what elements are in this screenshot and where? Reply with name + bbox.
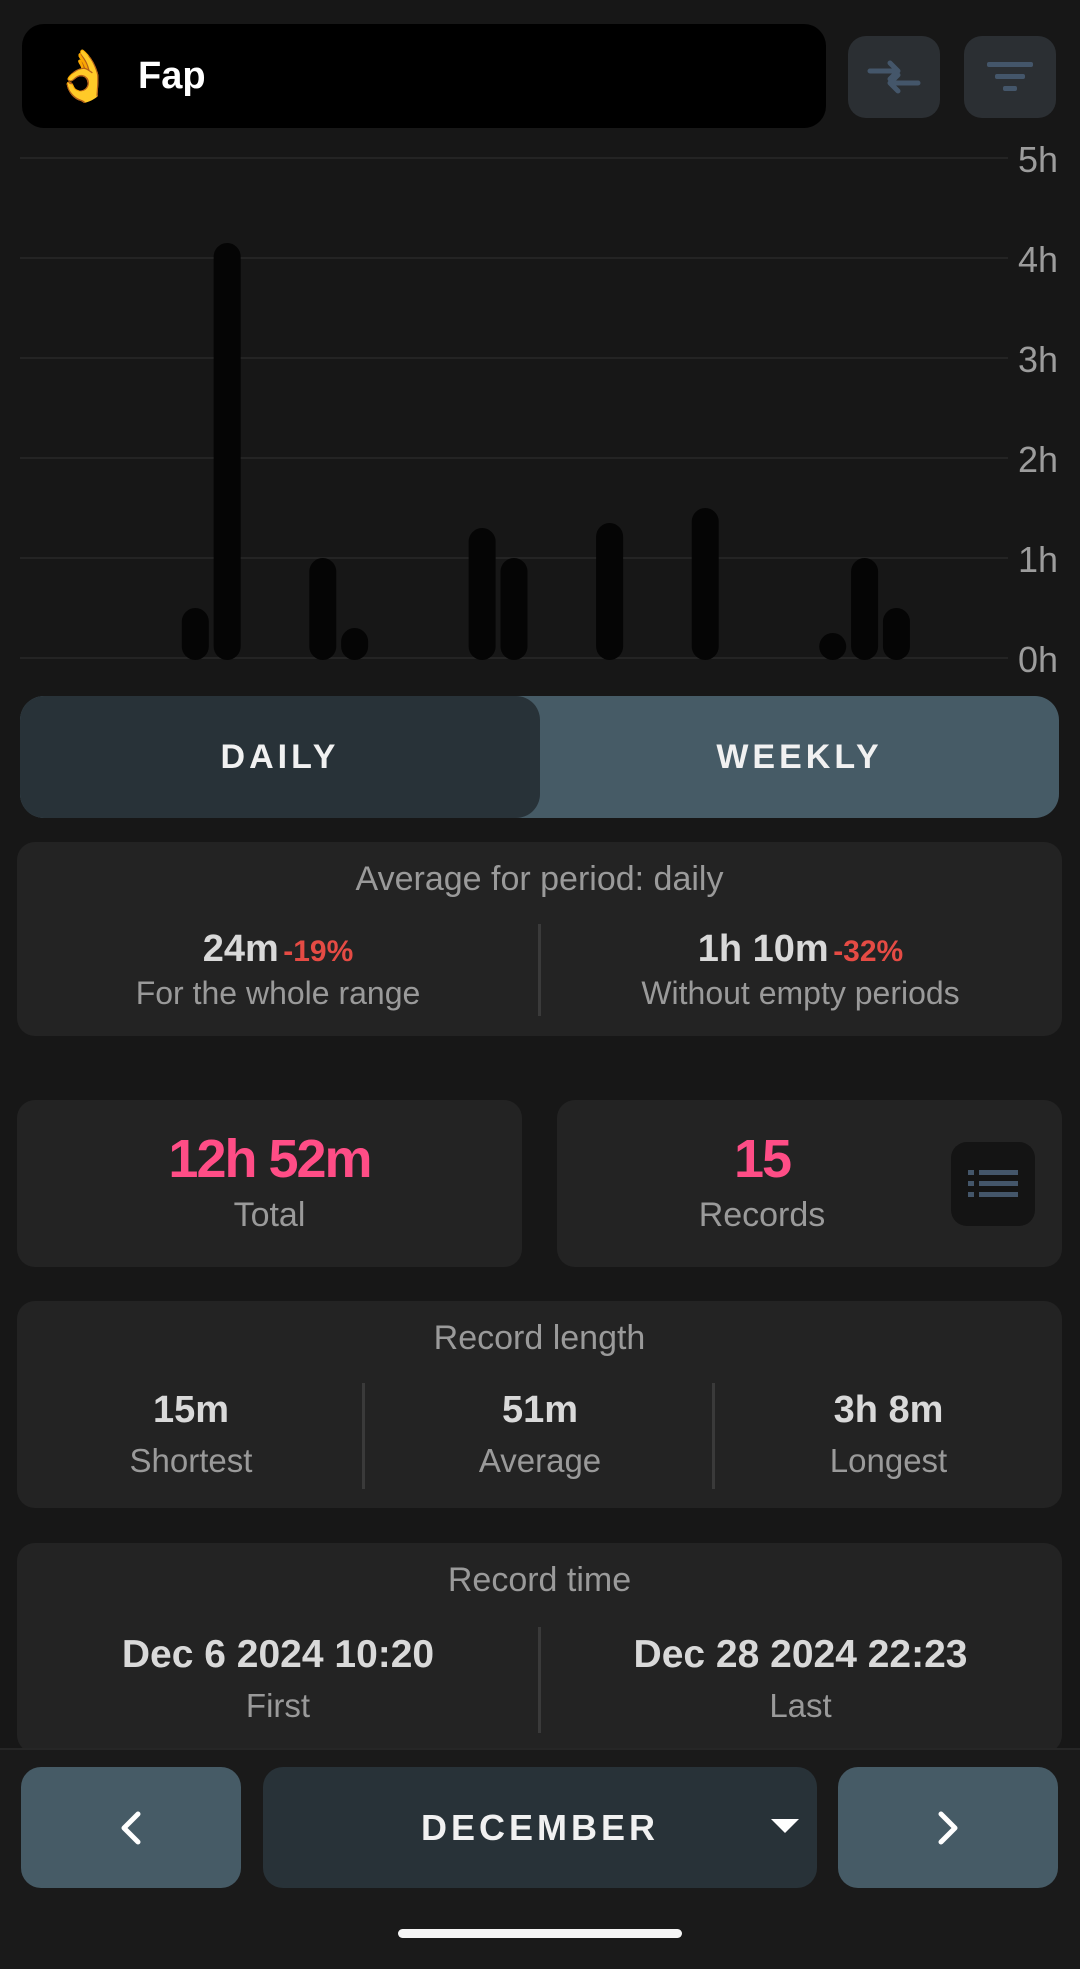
total-value: 12h 52m	[168, 1129, 372, 1189]
average-nonempty-change: -32%	[833, 935, 904, 968]
first-record-value: Dec 6 2024 10:20	[121, 1633, 435, 1676]
chart-bar[interactable]	[181, 608, 209, 660]
average-whole-value: 24m	[202, 928, 279, 970]
record-length-heading: Record length	[433, 1319, 646, 1357]
record-length-shortest: 15m Shortest	[17, 1389, 365, 1480]
chevron-right-icon	[938, 1811, 958, 1844]
period-toggle[interactable]: DAILY WEEKLY	[20, 696, 1059, 818]
y-tick-label: 2h	[1018, 439, 1058, 480]
average-whole-label: For the whole range	[135, 975, 421, 1011]
compare-button[interactable]	[848, 36, 940, 118]
activity-title: Fap	[138, 54, 206, 97]
shortest-value: 15m	[152, 1389, 230, 1431]
record-time-last: Dec 28 2024 22:23 Last	[539, 1633, 1062, 1725]
average-length-value: 51m	[501, 1389, 579, 1431]
chart-bar[interactable]	[341, 628, 369, 660]
previous-month-button[interactable]	[21, 1767, 241, 1888]
activity-selector[interactable]: 👌 Fap	[22, 24, 826, 128]
average-heading: Average for period: daily	[355, 860, 724, 898]
chart-bar[interactable]	[500, 558, 528, 660]
records-value: 15	[733, 1129, 792, 1189]
filter-button[interactable]	[964, 36, 1056, 118]
chart-bar[interactable]	[596, 523, 624, 660]
tab-daily[interactable]: DAILY	[20, 696, 540, 818]
average-whole-range: 24m -19% For the whole range	[17, 928, 539, 1012]
records-label: Records	[698, 1196, 826, 1234]
average-whole-change: -19%	[283, 935, 354, 968]
average-length-label: Average	[478, 1442, 602, 1479]
chart-bar[interactable]	[691, 508, 719, 660]
last-record-value: Dec 28 2024 22:23	[633, 1633, 968, 1676]
records-list-button[interactable]	[951, 1142, 1035, 1226]
chart-bar[interactable]	[213, 243, 241, 660]
chart-bar[interactable]	[819, 633, 847, 660]
chevron-left-icon	[121, 1811, 141, 1844]
record-time-card: Record time Dec 6 2024 10:20 First Dec 2…	[17, 1543, 1062, 1753]
average-without-empty: 1h 10m -32% Without empty periods	[539, 928, 1062, 1012]
ok-hand-icon: 👌	[52, 47, 115, 104]
first-record-label: First	[245, 1687, 311, 1724]
caret-down-icon	[771, 1819, 799, 1833]
chart-bar[interactable]	[851, 558, 879, 660]
total-label: Total	[233, 1196, 306, 1234]
y-tick-label: 3h	[1018, 339, 1058, 380]
records-card: 15 Records	[557, 1100, 1062, 1267]
chart-bar[interactable]	[468, 528, 496, 660]
next-month-button[interactable]	[838, 1767, 1058, 1888]
shortest-label: Shortest	[129, 1442, 253, 1479]
swap-arrows-icon	[867, 60, 921, 94]
record-length-card: Record length 15m Shortest 51m Average 3…	[17, 1301, 1062, 1508]
last-record-label: Last	[769, 1687, 832, 1724]
average-nonempty-value: 1h 10m	[697, 928, 829, 970]
record-time-heading: Record time	[447, 1561, 632, 1599]
record-time-first: Dec 6 2024 10:20 First	[17, 1633, 539, 1725]
total-card: 12h 52m Total	[17, 1100, 522, 1267]
longest-value: 3h 8m	[833, 1389, 944, 1431]
y-tick-label: 5h	[1018, 140, 1058, 180]
month-label: DECEMBER	[420, 1806, 659, 1848]
average-card: Average for period: daily 24m -19% For t…	[17, 842, 1062, 1036]
y-tick-label: 4h	[1018, 239, 1058, 280]
y-tick-label: 1h	[1018, 539, 1058, 580]
month-selector[interactable]: DECEMBER	[263, 1767, 817, 1888]
home-indicator[interactable]	[398, 1929, 682, 1938]
record-length-average: 51m Average	[365, 1389, 715, 1480]
record-length-longest: 3h 8m Longest	[715, 1389, 1062, 1480]
duration-bar-chart: 5h 4h 3h 2h 1h 0h	[20, 140, 1058, 680]
y-tick-label: 0h	[1018, 639, 1058, 680]
filter-icon	[987, 62, 1033, 91]
average-nonempty-label: Without empty periods	[641, 975, 960, 1011]
chart-bar[interactable]	[882, 608, 910, 660]
chart-bar[interactable]	[309, 558, 337, 660]
tab-weekly[interactable]: WEEKLY	[540, 696, 1059, 818]
longest-label: Longest	[829, 1442, 948, 1479]
list-icon	[968, 1170, 1018, 1197]
